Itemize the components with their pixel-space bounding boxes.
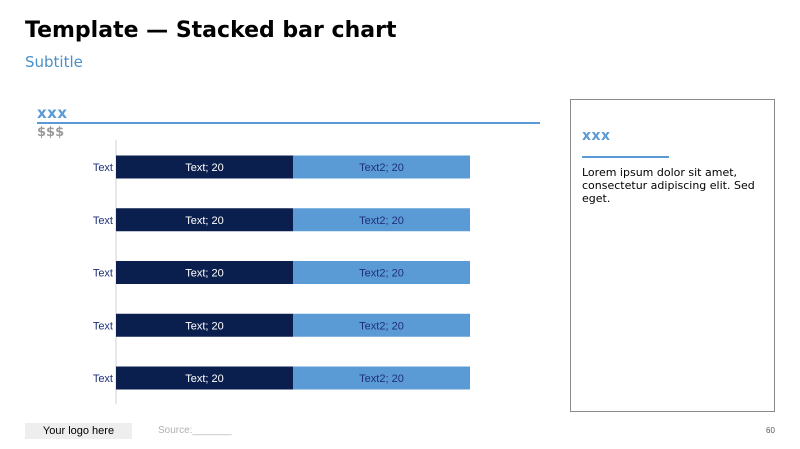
page-number: 60 xyxy=(766,426,775,435)
side-panel-text: Lorem ipsum dolor sit amet, consectetur … xyxy=(582,166,755,205)
bar-data-label: Text; 20 xyxy=(185,268,224,280)
bar-data-label: Text2; 20 xyxy=(359,215,404,227)
side-panel: xxx Lorem ipsum dolor sit amet, consecte… xyxy=(570,99,775,412)
logo-placeholder: Your logo here xyxy=(25,423,132,439)
bar-data-label: Text; 20 xyxy=(185,215,224,227)
category-label: Text xyxy=(93,268,113,280)
side-panel-title: xxx xyxy=(582,128,611,144)
bar-data-label: Text; 20 xyxy=(185,320,224,332)
bar-data-label: Text2; 20 xyxy=(359,162,404,174)
category-label: Text xyxy=(93,373,113,385)
bar-data-label: Text2; 20 xyxy=(359,268,404,280)
category-label: Text xyxy=(93,215,113,227)
source-note: Source:_______ xyxy=(158,425,232,436)
category-label: Text xyxy=(93,162,113,174)
bar-data-label: Text2; 20 xyxy=(359,373,404,385)
bar-data-label: Text; 20 xyxy=(185,162,224,174)
bar-data-label: Text2; 20 xyxy=(359,320,404,332)
bar-data-label: Text; 20 xyxy=(185,373,224,385)
category-label: Text xyxy=(93,320,113,332)
side-panel-rule xyxy=(582,156,669,158)
